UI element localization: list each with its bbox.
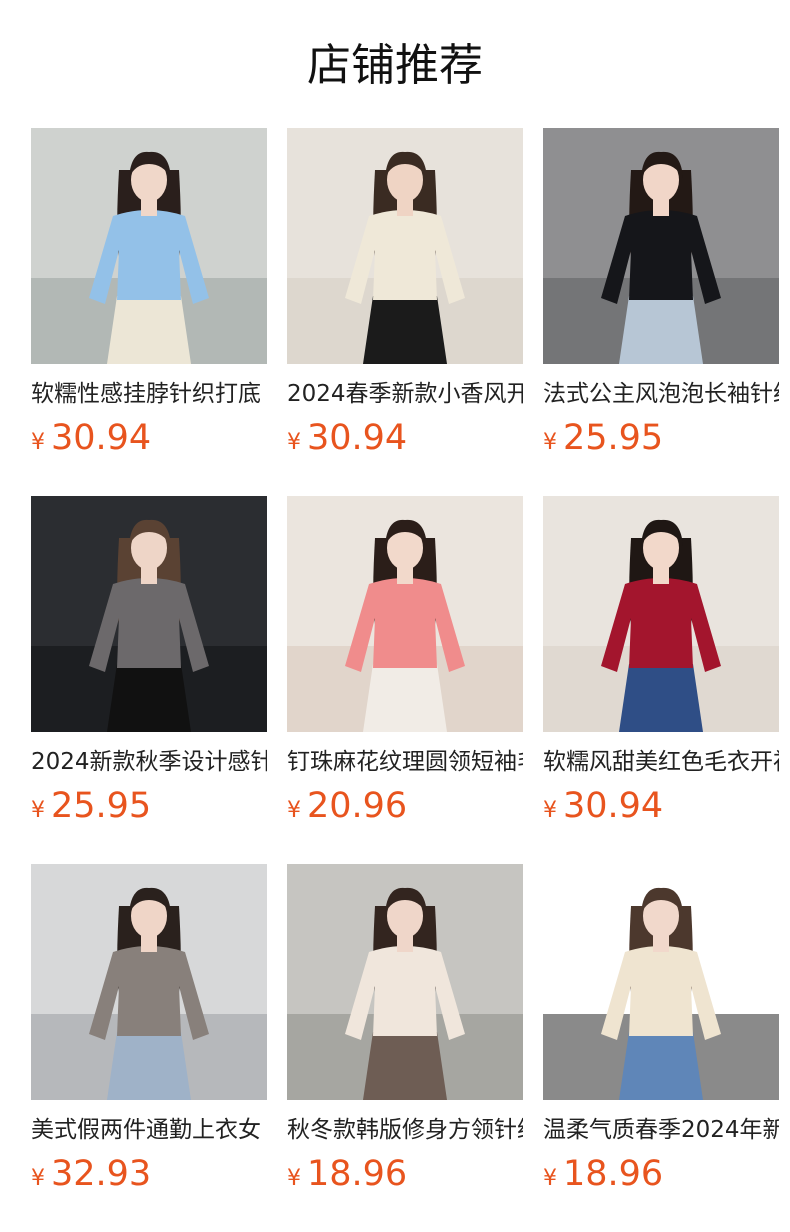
product-photo bbox=[287, 128, 523, 364]
price-value: 25.95 bbox=[563, 418, 664, 458]
product-card[interactable]: 软糯性感挂脖针织打底 ¥30.94 bbox=[31, 128, 267, 496]
price-value: 18.96 bbox=[563, 1154, 664, 1194]
currency-symbol: ¥ bbox=[543, 430, 557, 455]
product-card[interactable]: 温柔气质春季2024年新款开衫 ¥18.96 bbox=[543, 864, 779, 1232]
product-name[interactable]: 法式公主风泡泡长袖针织衫 bbox=[543, 376, 779, 412]
price-value: 32.93 bbox=[51, 1154, 152, 1194]
product-image[interactable] bbox=[31, 864, 267, 1100]
product-name[interactable]: 软糯性感挂脖针织打底 bbox=[31, 376, 267, 412]
currency-symbol: ¥ bbox=[287, 1166, 301, 1191]
product-card[interactable]: 法式公主风泡泡长袖针织衫 ¥25.95 bbox=[543, 128, 779, 496]
product-photo bbox=[287, 864, 523, 1100]
product-name[interactable]: 钉珠麻花纹理圆领短袖毛衣 bbox=[287, 744, 523, 780]
product-card[interactable]: 美式假两件通勤上衣女 ¥32.93 bbox=[31, 864, 267, 1232]
price-value: 30.94 bbox=[563, 786, 664, 826]
product-price: ¥18.96 bbox=[543, 1152, 663, 1196]
product-price: ¥32.93 bbox=[31, 1152, 151, 1196]
product-card[interactable]: 钉珠麻花纹理圆领短袖毛衣 ¥20.96 bbox=[287, 496, 523, 864]
product-photo bbox=[31, 864, 267, 1100]
model-bottoms bbox=[619, 296, 703, 364]
model-bottoms bbox=[619, 1032, 703, 1100]
product-image[interactable] bbox=[287, 864, 523, 1100]
section-title: 店铺推荐 bbox=[307, 40, 483, 91]
product-photo bbox=[543, 496, 779, 732]
product-grid: 软糯性感挂脖针织打底 ¥30.94 2024春季新款小香风开衫 ¥30.94 法… bbox=[31, 128, 779, 1232]
currency-symbol: ¥ bbox=[287, 430, 301, 455]
price-value: 20.96 bbox=[307, 786, 408, 826]
currency-symbol: ¥ bbox=[31, 430, 45, 455]
model-bottoms bbox=[619, 664, 703, 732]
model-bottoms bbox=[363, 296, 447, 364]
product-image[interactable] bbox=[287, 128, 523, 364]
model-bottoms bbox=[107, 664, 191, 732]
model-bottoms bbox=[363, 664, 447, 732]
product-name[interactable]: 美式假两件通勤上衣女 bbox=[31, 1112, 267, 1148]
product-card[interactable]: 2024春季新款小香风开衫 ¥30.94 bbox=[287, 128, 523, 496]
price-value: 30.94 bbox=[51, 418, 152, 458]
currency-symbol: ¥ bbox=[543, 798, 557, 823]
model-bottoms bbox=[107, 296, 191, 364]
product-price: ¥18.96 bbox=[287, 1152, 407, 1196]
product-image[interactable] bbox=[543, 128, 779, 364]
product-price: ¥25.95 bbox=[31, 784, 151, 828]
price-value: 18.96 bbox=[307, 1154, 408, 1194]
model-bottoms bbox=[107, 1032, 191, 1100]
product-photo bbox=[31, 496, 267, 732]
product-image[interactable] bbox=[287, 496, 523, 732]
currency-symbol: ¥ bbox=[287, 798, 301, 823]
product-price: ¥20.96 bbox=[287, 784, 407, 828]
product-photo bbox=[287, 496, 523, 732]
product-photo bbox=[31, 128, 267, 364]
product-photo bbox=[543, 128, 779, 364]
price-value: 25.95 bbox=[51, 786, 152, 826]
product-price: ¥30.94 bbox=[287, 416, 407, 460]
currency-symbol: ¥ bbox=[31, 1166, 45, 1191]
product-price: ¥30.94 bbox=[31, 416, 151, 460]
currency-symbol: ¥ bbox=[31, 798, 45, 823]
price-value: 30.94 bbox=[307, 418, 408, 458]
currency-symbol: ¥ bbox=[543, 1166, 557, 1191]
product-card[interactable]: 软糯风甜美红色毛衣开衫 ¥30.94 bbox=[543, 496, 779, 864]
product-image[interactable] bbox=[543, 864, 779, 1100]
model-bottoms bbox=[363, 1032, 447, 1100]
product-price: ¥25.95 bbox=[543, 416, 663, 460]
product-name[interactable]: 2024春季新款小香风开衫 bbox=[287, 376, 523, 412]
product-photo bbox=[543, 864, 779, 1100]
product-name[interactable]: 秋冬款韩版修身方领针织衫 bbox=[287, 1112, 523, 1148]
product-price: ¥30.94 bbox=[543, 784, 663, 828]
product-image[interactable] bbox=[31, 128, 267, 364]
product-name[interactable]: 2024新款秋季设计感针织衫 bbox=[31, 744, 267, 780]
product-name[interactable]: 软糯风甜美红色毛衣开衫 bbox=[543, 744, 779, 780]
product-image[interactable] bbox=[543, 496, 779, 732]
product-card[interactable]: 2024新款秋季设计感针织衫 ¥25.95 bbox=[31, 496, 267, 864]
product-card[interactable]: 秋冬款韩版修身方领针织衫 ¥18.96 bbox=[287, 864, 523, 1232]
product-image[interactable] bbox=[31, 496, 267, 732]
product-name[interactable]: 温柔气质春季2024年新款开衫 bbox=[543, 1112, 779, 1148]
